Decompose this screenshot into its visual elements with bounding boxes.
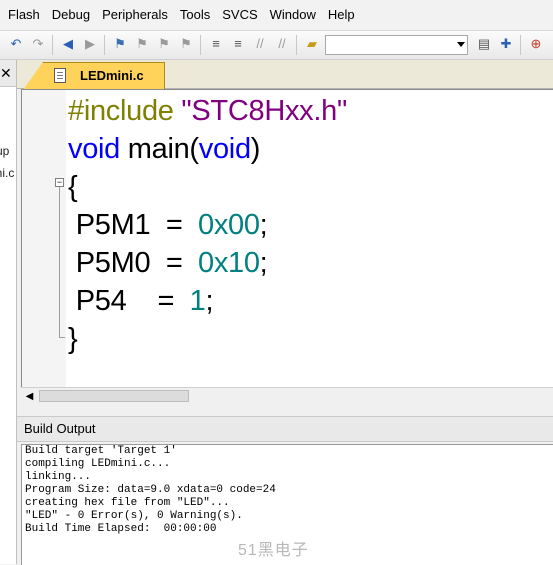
- code-line-1: #include "STC8Hxx.h": [68, 92, 347, 130]
- comment-icon[interactable]: //: [252, 36, 268, 52]
- code-token: 0x10: [197, 247, 260, 279]
- toolbar: ↶ ↷ ◀ ▶ ⚑ ⚑ ⚑ ⚑ ≡ ≡ // // ▰ ▤ ✚ ⊕: [0, 31, 553, 60]
- code-token: ): [250, 133, 261, 165]
- toolbar-separator: [104, 35, 105, 55]
- menu-flash[interactable]: Flash: [0, 0, 46, 30]
- toolbar-separator: [200, 35, 201, 55]
- code-token: void: [198, 133, 251, 165]
- code-token: P5M0 =: [68, 247, 198, 279]
- menu-tools[interactable]: Tools: [174, 0, 216, 30]
- bookmark-next-icon[interactable]: ⚑: [156, 36, 172, 52]
- code-token: "STC8Hxx.h": [181, 95, 347, 127]
- code-token: #include: [68, 95, 182, 127]
- fold-toggle-icon[interactable]: −: [55, 178, 64, 187]
- build-output-header: Build Output: [17, 416, 553, 442]
- code-token: ;: [205, 285, 214, 317]
- scrollbar-thumb[interactable]: [39, 390, 189, 402]
- toolbar-separator: [52, 35, 53, 55]
- tab-ledmini-c[interactable]: LEDmini.c: [23, 62, 165, 90]
- code-token: {: [68, 171, 78, 203]
- code-token: main(: [120, 133, 199, 165]
- menu-bar: Flash Debug Peripherals Tools SVCS Windo…: [0, 0, 553, 31]
- configure-icon[interactable]: ▤: [476, 36, 492, 52]
- code-token: ;: [259, 247, 268, 279]
- scroll-left-icon[interactable]: ◀: [23, 390, 36, 403]
- code-editor[interactable]: − #include "STC8Hxx.h" void main(void) {…: [21, 89, 553, 388]
- build-output-line: Build target 'Target 1': [25, 445, 177, 457]
- build-output-line: Build Time Elapsed: 00:00:00: [25, 523, 217, 535]
- bookmark-icon[interactable]: ⚑: [112, 36, 128, 52]
- inspect-icon[interactable]: ⊕: [528, 36, 544, 52]
- project-tree-item[interactable]: ini.c: [0, 166, 14, 180]
- file-icon: [54, 68, 66, 83]
- build-output-title: Build Output: [24, 421, 96, 436]
- code-line-5: P5M0 = 0x10;: [68, 244, 268, 282]
- menu-svcs[interactable]: SVCS: [216, 0, 263, 30]
- menu-window[interactable]: Window: [264, 0, 322, 30]
- code-line-6: P54 = 1;: [68, 282, 214, 320]
- back-icon[interactable]: ◀: [60, 36, 76, 52]
- menu-debug[interactable]: Debug: [46, 0, 96, 30]
- forward-icon[interactable]: ▶: [82, 36, 98, 52]
- code-token: P54 =: [68, 285, 190, 317]
- uncomment-icon[interactable]: //: [274, 36, 290, 52]
- close-icon[interactable]: ✕: [0, 66, 12, 80]
- code-token: 0x00: [197, 209, 260, 241]
- bookmark-prev-icon[interactable]: ⚑: [134, 36, 150, 52]
- menu-peripherals[interactable]: Peripherals: [96, 0, 174, 30]
- code-line-2: void main(void): [68, 130, 260, 168]
- chevron-down-icon[interactable]: [457, 42, 465, 47]
- build-output-line: linking...: [25, 471, 92, 483]
- editor-tab-strip: LEDmini.c: [17, 60, 553, 90]
- code-line-3: {: [68, 168, 78, 206]
- toolbar-separator: [296, 35, 297, 55]
- code-token: 1: [189, 285, 206, 317]
- code-token: ;: [259, 209, 268, 241]
- code-line-4: P5M1 = 0x00;: [68, 206, 268, 244]
- watermark: 51黑电子: [238, 542, 309, 559]
- find-combo[interactable]: [325, 35, 468, 55]
- bookmark-clear-icon[interactable]: ⚑: [178, 36, 194, 52]
- indent-icon[interactable]: ≡: [208, 36, 224, 52]
- open-file-icon[interactable]: ▰: [304, 36, 320, 52]
- code-line-7: }: [68, 320, 78, 358]
- menu-help[interactable]: Help: [322, 0, 361, 30]
- code-token: P5M1 =: [68, 209, 198, 241]
- project-tree-item[interactable]: up: [0, 144, 9, 158]
- fold-end: [59, 337, 65, 338]
- insert-icon[interactable]: ✚: [498, 36, 514, 52]
- undo-icon[interactable]: ↶: [8, 36, 24, 52]
- editor-horizontal-scrollbar[interactable]: ◀: [21, 387, 553, 405]
- tab-label: LEDmini.c: [80, 68, 144, 83]
- toolbar-separator: [520, 35, 521, 55]
- build-output-line: Program Size: data=9.0 xdata=0 code=24: [25, 484, 276, 496]
- unindent-icon[interactable]: ≡: [230, 36, 246, 52]
- build-output-line: compiling LEDmini.c...: [25, 458, 171, 470]
- build-output-line: "LED" - 0 Error(s), 0 Warning(s).: [25, 510, 243, 522]
- code-token: void: [68, 133, 120, 165]
- redo-icon[interactable]: ↷: [30, 36, 46, 52]
- project-pane: ✕ up ini.c: [0, 60, 17, 564]
- code-token: }: [68, 323, 78, 355]
- fold-line: [59, 187, 60, 337]
- build-output-line: creating hex file from "LED"...: [25, 497, 230, 509]
